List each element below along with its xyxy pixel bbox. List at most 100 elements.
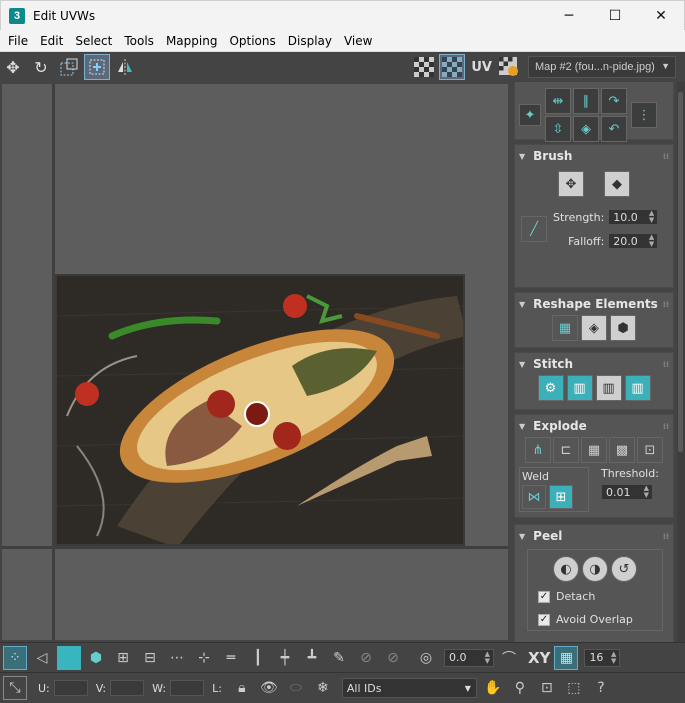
straighten-icon[interactable]: ▦ bbox=[552, 315, 578, 341]
show-all-icon[interactable]: ⬭ bbox=[284, 676, 308, 700]
center-pivot-icon[interactable]: ◈ bbox=[573, 116, 599, 142]
ring-icon[interactable]: ⊹ bbox=[192, 646, 216, 670]
threshold-input[interactable]: 0.01 ▲ ▼ bbox=[601, 484, 653, 500]
menu-view[interactable]: View bbox=[338, 34, 378, 48]
menu-select[interactable]: Select bbox=[69, 34, 118, 48]
align-icon[interactable]: ✦ bbox=[519, 104, 541, 126]
xy-toggle[interactable]: XY bbox=[528, 649, 550, 667]
scale-icon[interactable] bbox=[56, 54, 82, 80]
spinner-arrows-icon[interactable]: ▲ ▼ bbox=[644, 485, 649, 499]
mirror-icon[interactable] bbox=[112, 54, 138, 80]
freeze-icon[interactable]: ❄ bbox=[311, 676, 335, 700]
explode-checker-icon[interactable]: ▩ bbox=[609, 437, 635, 463]
show-map-icon[interactable] bbox=[439, 54, 466, 80]
rotate-icon[interactable]: ↻ bbox=[28, 54, 54, 80]
menu-edit[interactable]: Edit bbox=[34, 34, 69, 48]
zoom-icon[interactable]: ⚲ bbox=[508, 676, 532, 700]
pack-icon[interactable]: ⬢ bbox=[610, 315, 636, 341]
menu-file[interactable]: File bbox=[2, 34, 34, 48]
spinner-arrows-icon[interactable]: ▲ ▼ bbox=[649, 234, 654, 248]
zoom-extents-icon[interactable]: ⬚ bbox=[562, 676, 586, 700]
select-overlap-icon[interactable]: ┻ bbox=[300, 646, 324, 670]
paint-move-icon[interactable]: ✥ bbox=[558, 171, 584, 197]
drag-handle-icon[interactable]: ⁞⁞ bbox=[663, 422, 669, 431]
weld-all-icon[interactable]: ⊞ bbox=[549, 485, 573, 509]
stitch-average-icon[interactable]: ▥ bbox=[595, 375, 622, 401]
panel-scrollbar[interactable] bbox=[677, 82, 685, 642]
loop-icon[interactable]: ⋯ bbox=[165, 646, 189, 670]
material-id-dropdown[interactable]: All IDs ▼ bbox=[341, 678, 477, 698]
edge-select-icon[interactable]: ┃ bbox=[246, 646, 270, 670]
peel-header[interactable]: ▼ Peel ⁞⁞ bbox=[515, 525, 673, 547]
stitch-header[interactable]: ▼ Stitch ⁞⁞ bbox=[515, 353, 673, 375]
avoid-overlap-checkbox[interactable]: ✓ bbox=[538, 613, 550, 626]
menu-mapping[interactable]: Mapping bbox=[160, 34, 224, 48]
edge-mode-icon[interactable]: ◁ bbox=[30, 646, 54, 670]
stitch-custom-icon[interactable]: ⚙ bbox=[537, 375, 564, 401]
detach-checkbox-row[interactable]: ✓ Detach bbox=[538, 590, 662, 603]
brush-falloff-icon[interactable]: ╱ bbox=[521, 216, 547, 242]
reshape-header[interactable]: ▼ Reshape Elements ⁞⁞ bbox=[515, 293, 673, 315]
polygon-mode-icon[interactable] bbox=[57, 645, 81, 670]
zoom-region-icon[interactable]: ⊡ bbox=[535, 676, 559, 700]
map-dropdown[interactable]: Map #2 (fou...n-pide.jpg) ▼ bbox=[528, 56, 676, 78]
explode-header[interactable]: ▼ Explode ⁞⁞ bbox=[515, 415, 673, 437]
reset-peel-icon[interactable]: ↺ bbox=[611, 556, 637, 582]
pan-icon[interactable]: ✋ bbox=[481, 676, 505, 700]
menu-tools[interactable]: Tools bbox=[118, 34, 160, 48]
freeform-mode-icon[interactable] bbox=[84, 54, 110, 80]
drag-handle-icon[interactable]: ⁞⁞ bbox=[663, 532, 669, 541]
vertex-mode-icon[interactable]: ⁘ bbox=[3, 645, 27, 670]
u-coordinate-input[interactable] bbox=[53, 680, 88, 696]
close-button[interactable]: ✕ bbox=[638, 1, 684, 31]
flatten-icon[interactable]: ▦ bbox=[581, 437, 607, 463]
stitch-source-icon[interactable]: ▥ bbox=[624, 375, 651, 401]
w-coordinate-input[interactable] bbox=[170, 680, 205, 696]
stitch-target-icon[interactable]: ▥ bbox=[566, 375, 593, 401]
drag-handle-icon[interactable]: ⁞⁞ bbox=[663, 300, 669, 309]
absolute-offset-icon[interactable]: ⤡ bbox=[3, 676, 27, 700]
brush-header[interactable]: ▼ Brush ⁞⁞ bbox=[515, 145, 673, 167]
strength-input[interactable]: 10.0 ▲ ▼ bbox=[608, 209, 659, 225]
paint-shrink-icon[interactable]: ⊘ bbox=[381, 646, 405, 670]
falloff-input[interactable]: 20.0 ▲ ▼ bbox=[608, 233, 659, 249]
grid-snap-icon[interactable]: ▦ bbox=[554, 645, 579, 670]
help-icon[interactable]: ? bbox=[589, 676, 613, 700]
spinner-arrows-icon[interactable]: ▲ ▼ bbox=[485, 650, 490, 665]
uv-viewport[interactable] bbox=[0, 82, 510, 642]
relax-brush-icon[interactable]: ◆ bbox=[604, 171, 630, 197]
soft-selection-icon[interactable]: ◎ bbox=[414, 646, 438, 670]
align-vertical-icon[interactable]: ⇳ bbox=[545, 116, 571, 142]
spinner-arrows-icon[interactable]: ▲ ▼ bbox=[649, 210, 654, 224]
space-vertical-icon[interactable]: ∥ bbox=[573, 88, 599, 114]
hide-icon[interactable]: 👁︎ bbox=[257, 676, 281, 700]
spinner-arrows-icon[interactable]: ▲ ▼ bbox=[611, 650, 616, 665]
grid-size-input[interactable]: 16 ▲ ▼ bbox=[584, 648, 621, 667]
maximize-button[interactable]: ☐ bbox=[592, 1, 638, 31]
move-icon[interactable]: ✥ bbox=[0, 54, 26, 80]
detach-checkbox[interactable]: ✓ bbox=[538, 590, 550, 603]
relax-icon[interactable]: ◈ bbox=[581, 315, 607, 341]
menu-options[interactable]: Options bbox=[223, 34, 281, 48]
quick-peel-icon[interactable]: ◐ bbox=[553, 556, 579, 582]
peel-mode-icon[interactable]: ◑ bbox=[582, 556, 608, 582]
split-icon[interactable]: ⊡ bbox=[637, 437, 663, 463]
uv-label[interactable]: UV bbox=[471, 60, 492, 75]
drag-handle-icon[interactable]: ⁞⁞ bbox=[663, 152, 669, 161]
select-element-icon[interactable]: ┿ bbox=[273, 646, 297, 670]
break-icon[interactable]: ⋔ bbox=[525, 437, 551, 463]
panel-scrollbar-thumb[interactable] bbox=[678, 92, 683, 452]
element-mode-icon[interactable]: ⬢ bbox=[84, 646, 108, 670]
shrink-selection-icon[interactable]: ⊟ bbox=[138, 646, 162, 670]
rotate-ccw-icon[interactable]: ↶ bbox=[601, 116, 627, 142]
edge-loop-icon[interactable]: ═ bbox=[219, 646, 243, 670]
texture-settings-icon[interactable] bbox=[496, 54, 522, 80]
v-coordinate-input[interactable] bbox=[110, 680, 145, 696]
checker-pattern-icon[interactable] bbox=[411, 54, 437, 80]
avoid-overlap-checkbox-row[interactable]: ✓ Avoid Overlap bbox=[538, 613, 662, 626]
minimize-button[interactable]: ─ bbox=[546, 1, 592, 31]
falloff-curve-icon[interactable]: ⌒ bbox=[497, 646, 521, 670]
angle-input[interactable]: 0.0 ▲ ▼ bbox=[444, 648, 494, 667]
rotate-cw-icon[interactable]: ↷ bbox=[601, 88, 627, 114]
menu-display[interactable]: Display bbox=[282, 34, 338, 48]
